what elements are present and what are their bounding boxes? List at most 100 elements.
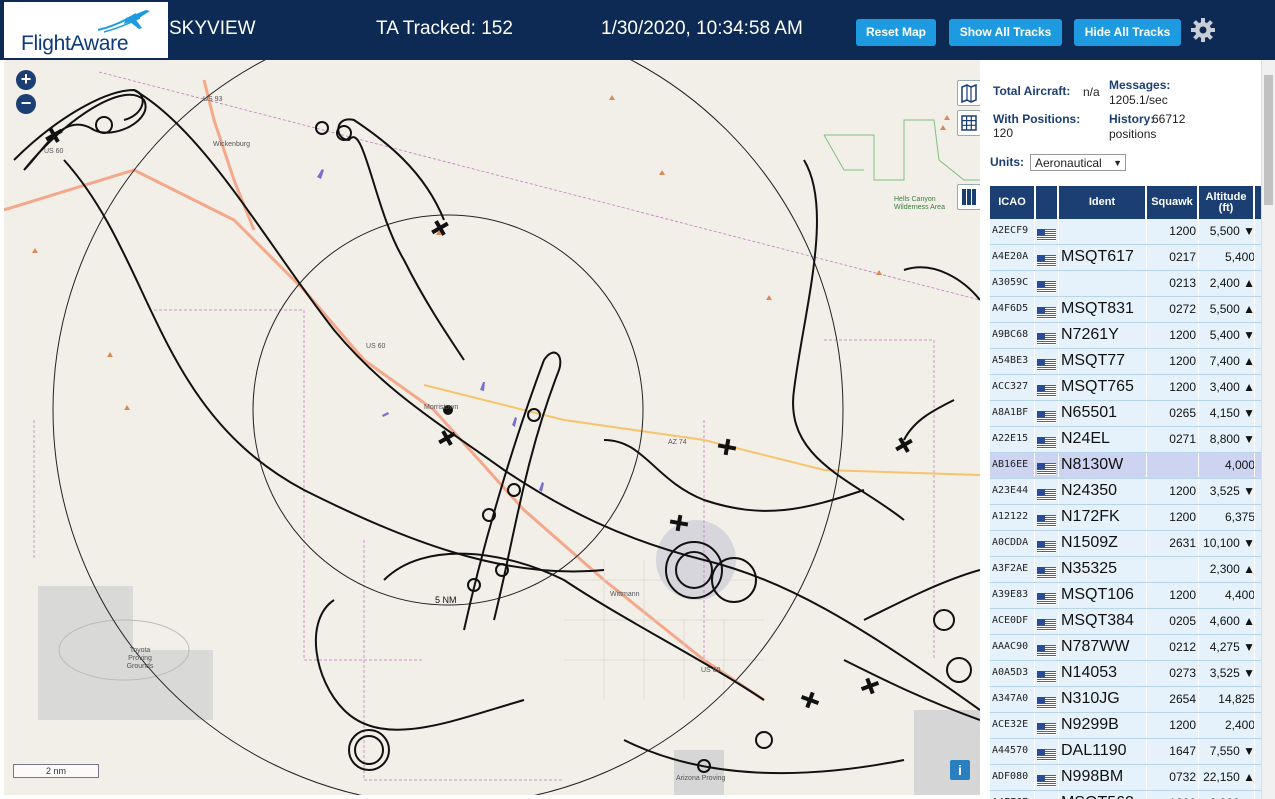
row-ident: MSQT617 xyxy=(1061,248,1134,265)
table-row[interactable]: A22E15 N24EL 0271 8,800 ▼ xyxy=(990,427,1261,453)
row-ident: MSQT384 xyxy=(1061,612,1134,629)
table-row[interactable]: AB16EE N8130W 4,000 xyxy=(990,453,1261,479)
map-view[interactable]: Wickenburg Hells Canyon Wilderness Area … xyxy=(4,60,980,795)
row-altitude: 4,275 ▼ xyxy=(1209,640,1255,654)
table-row[interactable]: ACE0DF MSQT384 0205 4,600 ▲ xyxy=(990,609,1261,635)
us-flag-icon xyxy=(1037,511,1056,527)
col-icao[interactable]: ICAO xyxy=(990,186,1034,219)
row-icao: A12122 xyxy=(992,511,1029,522)
row-altitude: 3,400 ▲ xyxy=(1209,380,1255,394)
table-row[interactable]: A39E83 MSQT106 1200 4,400 xyxy=(990,583,1261,609)
map-layers-button[interactable] xyxy=(957,80,980,106)
label-toyota: Toyota Proving Grounds xyxy=(126,647,154,670)
row-altitude: 4,400 xyxy=(1224,588,1255,602)
gear-icon[interactable] xyxy=(1190,17,1216,43)
row-squawk: 1200 xyxy=(1169,354,1196,368)
map-layers-icon xyxy=(961,83,977,104)
row-icao: A39E83 xyxy=(992,589,1029,600)
table-row[interactable]: A44570 DAL1190 1647 7,550 ▼ xyxy=(990,739,1261,765)
us-flag-icon xyxy=(1037,563,1056,579)
col-altitude[interactable]: Altitude (ft) xyxy=(1199,186,1253,219)
us-flag-icon xyxy=(1037,771,1056,787)
sidebar-scrollbar[interactable] xyxy=(1261,60,1275,799)
row-icao: A347A0 xyxy=(992,693,1029,704)
total-aircraft-label: Total Aircraft: xyxy=(993,84,1071,98)
table-row[interactable]: A0CDDA N1509Z 2631 10,100 ▼ xyxy=(990,531,1261,557)
us-flag-icon xyxy=(1037,589,1056,605)
units-select[interactable]: Aeronautical ▼ xyxy=(1030,154,1126,171)
row-ident: MSQT106 xyxy=(1061,586,1134,603)
row-ident: MSQT77 xyxy=(1061,352,1126,369)
table-row[interactable]: A12122 N172FK 1200 6,375 xyxy=(990,505,1261,531)
row-ident: MSQT562 xyxy=(1061,791,1134,799)
row-squawk: 0212 xyxy=(1169,640,1196,654)
table-row[interactable]: A9BC68 N7261Y 1200 5,400 ▼ xyxy=(990,323,1261,349)
table-row[interactable]: AAAC90 N787WW 0212 4,275 ▼ xyxy=(990,635,1261,661)
grid-toggle-button[interactable] xyxy=(957,110,980,136)
row-ident: N14053 xyxy=(1061,664,1118,681)
table-row[interactable]: A23E44 N24350 1200 3,525 ▼ xyxy=(990,479,1261,505)
row-altitude: 2,400 ▲ xyxy=(1209,276,1255,290)
history-value: 66712 positions xyxy=(1109,112,1186,141)
row-squawk: 0205 xyxy=(1169,614,1196,628)
row-icao: ACE32E xyxy=(992,719,1029,730)
table-row[interactable]: A4F6D5 MSQT831 0272 5,500 ▲ xyxy=(990,297,1261,323)
row-squawk: 0273 xyxy=(1169,666,1196,680)
table-row[interactable]: A4E20A MSQT617 0217 5,400 xyxy=(990,245,1261,271)
zoom-out-button[interactable]: − xyxy=(16,94,36,114)
col-flag[interactable] xyxy=(1036,186,1057,219)
row-icao: A2ECF9 xyxy=(992,225,1029,236)
row-ident: N787WW xyxy=(1061,638,1130,655)
table-row[interactable]: A4FF67 MSQT562 1200 2,900 ▼ xyxy=(990,791,1261,799)
row-icao: A54BE3 xyxy=(992,355,1029,366)
scrollbar-thumb[interactable] xyxy=(1264,75,1273,205)
table-row[interactable]: ACE32E N9299B 1200 2,400 xyxy=(990,713,1261,739)
table-row[interactable]: A3F2AE N35325 2,300 ▲ xyxy=(990,557,1261,583)
reset-map-button[interactable]: Reset Map xyxy=(856,19,936,46)
row-altitude: 2,400 xyxy=(1224,718,1255,732)
positions-value: 120 xyxy=(993,126,1014,140)
row-icao: ADF080 xyxy=(992,771,1029,782)
row-altitude: 4,000 xyxy=(1224,458,1255,472)
row-altitude: 4,600 ▲ xyxy=(1209,614,1255,628)
table-row[interactable]: A54BE3 MSQT77 1200 7,400 ▲ xyxy=(990,349,1261,375)
us-flag-icon xyxy=(1037,745,1056,761)
table-row[interactable]: A2ECF9 1200 5,500 ▼ xyxy=(990,219,1261,245)
flightaware-logo[interactable]: FlightAware xyxy=(4,2,168,58)
row-ident: N9299B xyxy=(1061,716,1119,733)
row-squawk: 2654 xyxy=(1169,692,1196,706)
zoom-in-button[interactable]: + xyxy=(16,70,36,90)
aircraft-markers xyxy=(45,127,913,709)
row-altitude: 5,400 ▼ xyxy=(1209,328,1255,342)
show-all-tracks-button[interactable]: Show All Tracks xyxy=(949,19,1062,46)
table-row[interactable]: ACC327 MSQT765 1200 3,400 ▲ xyxy=(990,375,1261,401)
row-squawk: 1647 xyxy=(1169,744,1196,758)
table-row[interactable]: A3059C 0213 2,400 ▲ xyxy=(990,271,1261,297)
row-ident: MSQT831 xyxy=(1061,300,1134,317)
col-ident[interactable]: Ident xyxy=(1059,186,1145,219)
table-row[interactable]: A0A5D3 N14053 0273 3,525 ▼ xyxy=(990,661,1261,687)
us-flag-icon xyxy=(1037,719,1056,735)
label-arizona-proving: Arizona Proving xyxy=(676,775,726,782)
us-flag-icon xyxy=(1037,693,1056,709)
info-icon[interactable]: i xyxy=(950,760,970,780)
table-row[interactable]: A8A1BF N65501 0265 4,150 ▼ xyxy=(990,401,1261,427)
col-squawk[interactable]: Squawk xyxy=(1147,186,1197,219)
total-aircraft-value: n/a xyxy=(1083,85,1100,99)
row-altitude: 3,525 ▼ xyxy=(1209,666,1255,680)
row-icao: A8A1BF xyxy=(992,407,1029,418)
column-toggle-button[interactable] xyxy=(957,184,980,210)
table-row[interactable]: ADF080 N998BM 0732 22,150 ▲ xyxy=(990,765,1261,791)
us-flag-icon xyxy=(1037,537,1056,553)
row-icao: A0CDDA xyxy=(992,537,1029,548)
row-icao: ACC327 xyxy=(992,381,1029,392)
hide-all-tracks-button[interactable]: Hide All Tracks xyxy=(1074,19,1181,46)
row-altitude: 8,800 ▼ xyxy=(1209,432,1255,446)
messages-value: 1205.1/sec xyxy=(1109,93,1168,107)
us-flag-icon xyxy=(1037,225,1056,241)
table-row[interactable]: A347A0 N310JG 2654 14,825 xyxy=(990,687,1261,713)
units-selected-value: Aeronautical xyxy=(1035,156,1102,170)
row-icao: A4F6D5 xyxy=(992,303,1029,314)
row-squawk: 0265 xyxy=(1169,406,1196,420)
row-squawk: 1200 xyxy=(1169,380,1196,394)
